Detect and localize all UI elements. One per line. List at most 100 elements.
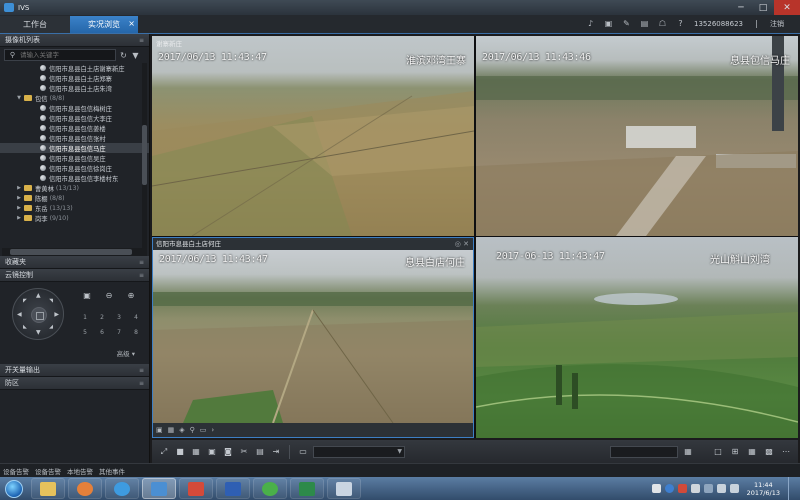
down-arrow-icon[interactable]: ▼ xyxy=(36,329,41,336)
wrench-icon[interactable]: ✎ xyxy=(622,19,631,28)
tree-folder[interactable]: ▶ 陈棚 (8/8) xyxy=(0,193,149,203)
tree-camera-item[interactable]: 信阳市息县包信马庄 xyxy=(0,143,149,153)
speaker-icon[interactable]: ♪ xyxy=(586,19,595,28)
tab-close-icon[interactable]: × xyxy=(128,19,135,28)
minimize-button[interactable]: ─ xyxy=(730,0,752,15)
preset-2-button[interactable]: 2 xyxy=(96,312,108,323)
record-icon[interactable]: ▦ xyxy=(168,426,175,434)
up-left-arrow-icon[interactable]: ◤ xyxy=(23,298,27,304)
preset-8-button[interactable]: 8 xyxy=(130,327,142,338)
alarm-tab-3[interactable]: 本地告警 xyxy=(67,466,93,476)
tree-camera-item[interactable]: 信阳市息县包信张村 xyxy=(0,133,149,143)
ptz-stop-button[interactable] xyxy=(31,307,47,323)
tray-icon-d[interactable] xyxy=(690,484,700,493)
view-select[interactable] xyxy=(313,445,405,458)
alarm-tab-1[interactable]: 设备告警 xyxy=(3,466,29,476)
camera-list-header[interactable]: 摄像机列表 ≡ xyxy=(0,34,149,47)
view-icon[interactable]: ▭ xyxy=(297,446,309,458)
tools-icon[interactable]: ✂ xyxy=(238,446,250,458)
taskbar-app-red[interactable] xyxy=(179,478,213,499)
window-action-icons[interactable]: ◎ ✕ xyxy=(455,238,469,250)
tree-camera-item[interactable]: 信阳市息县包信李楼村东 xyxy=(0,173,149,183)
record-all-icon[interactable]: ▦ xyxy=(190,446,202,458)
ptz-header[interactable]: 云镜控制 ≡ xyxy=(0,269,149,282)
tree-folder[interactable]: ▼ 包信 (8/8) xyxy=(0,93,149,103)
preset-3-button[interactable]: 3 xyxy=(113,312,125,323)
preset-1-button[interactable]: 1 xyxy=(79,312,91,323)
snapshot-icon[interactable]: ▣ xyxy=(156,426,163,434)
tree-camera-item[interactable]: 信阳市息县包信姜楼 xyxy=(0,123,149,133)
network-icon[interactable]: ☖ xyxy=(658,19,667,28)
taskbar-ivs[interactable] xyxy=(142,478,176,499)
lock-icon[interactable]: ▣ xyxy=(80,290,94,301)
fullscreen-icon[interactable]: ▭ xyxy=(200,426,207,434)
taskbar-excel[interactable] xyxy=(290,478,324,499)
tray-icon-e[interactable] xyxy=(703,484,713,493)
tab-live-view[interactable]: 实况浏览 × xyxy=(70,16,138,33)
preset-6-button[interactable]: 6 xyxy=(96,327,108,338)
collapse-icon[interactable]: ≡ xyxy=(139,37,144,44)
tree-camera-item[interactable]: 信阳市息县包信大李庄 xyxy=(0,113,149,123)
fullscreen-icon[interactable]: ⤢ xyxy=(158,446,170,458)
close-window-button[interactable]: ✕ xyxy=(774,0,800,15)
tree-scrollbar[interactable] xyxy=(142,63,147,248)
down-right-arrow-icon[interactable]: ◢ xyxy=(49,324,53,330)
alarm-tab-2[interactable]: 设备告警 xyxy=(35,466,61,476)
expand-icon[interactable]: › xyxy=(211,426,214,434)
tray-icon-b[interactable] xyxy=(664,484,674,493)
network-tray-icon[interactable] xyxy=(716,484,726,493)
tree-folder[interactable]: ▶ 东岳 (13/13) xyxy=(0,203,149,213)
taskbar-ie[interactable] xyxy=(105,478,139,499)
preset-4-button[interactable]: 4 xyxy=(130,312,142,323)
tree-camera-item[interactable]: 信阳市息县白土店谢寨新庄 xyxy=(0,63,149,73)
tab-workbench[interactable]: 工作台 xyxy=(0,16,70,33)
preset-7-button[interactable]: 7 xyxy=(113,327,125,338)
tree-camera-item[interactable]: 信阳市息县包信吴庄 xyxy=(0,153,149,163)
chevron-right-icon[interactable]: ▶ xyxy=(16,195,22,201)
export-icon[interactable]: ⇥ xyxy=(270,446,282,458)
tree-camera-item[interactable]: 信阳市息县包信徐岗庄 xyxy=(0,163,149,173)
tree-folder[interactable]: ▶ 岗李 (9/10) xyxy=(0,213,149,223)
tree-camera-item[interactable]: 信阳市息县包信梅树庄 xyxy=(0,103,149,113)
up-arrow-icon[interactable]: ▲ xyxy=(36,292,41,299)
monitor-icon[interactable]: ▣ xyxy=(604,19,613,28)
layout-1-icon[interactable]: □ xyxy=(712,446,724,458)
logout-link[interactable]: 注销 xyxy=(770,19,784,29)
tree-camera-item[interactable]: 信阳市息县白土店朱湾 xyxy=(0,83,149,93)
taskbar-media-player[interactable] xyxy=(68,478,102,499)
layout-save-icon[interactable]: ▤ xyxy=(254,446,266,458)
camera-icon[interactable]: ◙ xyxy=(222,446,234,458)
taskbar-notepad[interactable] xyxy=(327,478,361,499)
video-window-1[interactable]: 谢寨新庄 2017/06/13 11:43:47 淮滨邓湾王寨 xyxy=(152,36,474,236)
taskbar-clock[interactable]: 11:44 2017/6/13 xyxy=(743,481,784,497)
up-right-arrow-icon[interactable]: ◥ xyxy=(49,298,53,304)
help-icon[interactable]: ? xyxy=(676,19,685,28)
layout-4-icon[interactable]: ⊞ xyxy=(729,446,741,458)
zoom-out-icon[interactable]: ⊖ xyxy=(102,290,116,301)
tree-hscroll-thumb[interactable] xyxy=(10,249,132,255)
left-arrow-icon[interactable]: ◀ xyxy=(17,311,22,318)
search-input[interactable] xyxy=(20,51,115,59)
switch-output-header[interactable]: 开关量输出 ≡ xyxy=(0,364,149,377)
volume-tray-icon[interactable] xyxy=(729,484,739,493)
preset-5-button[interactable]: 5 xyxy=(79,327,91,338)
zoom-in-icon[interactable]: ⊕ xyxy=(124,290,138,301)
snapshot-all-icon[interactable]: ▣ xyxy=(206,446,218,458)
tray-icon-c[interactable] xyxy=(677,484,687,493)
expand-icon[interactable]: ≡ xyxy=(139,380,144,387)
collapse-icon[interactable]: ≡ xyxy=(139,272,144,279)
search-box[interactable]: ⚲ xyxy=(4,49,116,61)
start-button[interactable] xyxy=(0,477,28,500)
video-window-2[interactable]: 2017/06/13 11:43:46 息县包信马庄 xyxy=(476,36,798,236)
tree-scroll-thumb[interactable] xyxy=(142,125,147,185)
layout-9-icon[interactable]: ▦ xyxy=(746,446,758,458)
tag-icon[interactable]: ◈ xyxy=(179,426,184,434)
tree-folder[interactable]: ▶ 曹黄林 (13/13) xyxy=(0,183,149,193)
chevron-right-icon[interactable]: ▶ xyxy=(16,205,22,211)
tree-hscrollbar[interactable] xyxy=(2,248,147,256)
maximize-button[interactable]: □ xyxy=(752,0,774,15)
filter-icon[interactable]: ▼ xyxy=(131,51,140,60)
tray-icon-a[interactable] xyxy=(651,484,661,493)
defense-zone-header[interactable]: 防区 ≡ xyxy=(0,377,149,390)
refresh-icon[interactable]: ↻ xyxy=(119,51,128,60)
